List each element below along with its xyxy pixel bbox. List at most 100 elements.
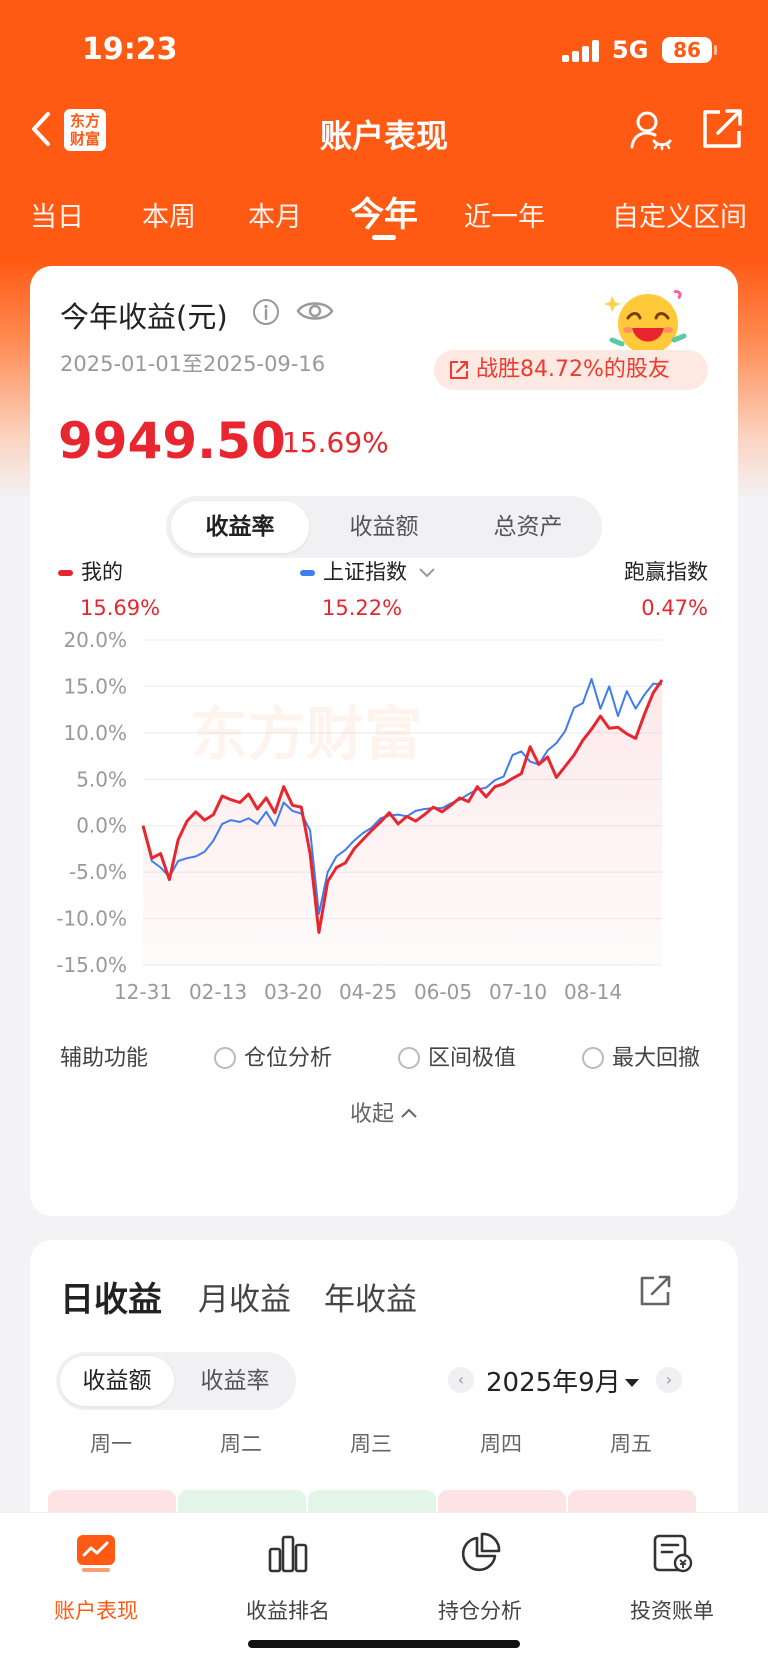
month-navigator: ‹ 2025年9月 › <box>448 1360 688 1404</box>
aux-max-drawdown-label: 最大回撤 <box>612 1046 701 1071</box>
return-rate-chart[interactable]: 东方财富 20.0% 15.0% 10.0% 5.0% 0.0% -5.0% -10.0% -… <box>30 616 738 1016</box>
x-tick-label: 12-31 <box>114 980 172 1004</box>
nav-bar: 东方 财富 账户表现 <box>0 95 768 165</box>
income-rate: 15.69% <box>282 426 389 459</box>
pie-chart-icon <box>461 1532 501 1572</box>
active-tab-indicator <box>372 235 396 240</box>
tab-total-assets[interactable]: 总资产 <box>459 501 597 553</box>
nav-account-performance[interactable]: 账户表现 <box>0 1513 192 1623</box>
info-icon[interactable] <box>252 298 280 326</box>
income-card: 今年收益(元) 2025-01-01至2025-09-16 战胜84.72%的股… <box>30 266 738 1216</box>
status-bar: 19:23 5G 86 <box>0 0 768 100</box>
tab-month[interactable]: 本月 <box>248 195 302 234</box>
legend-index[interactable]: 上证指数 15.22% <box>300 556 436 620</box>
income-title: 今年收益(元) <box>60 300 228 334</box>
y-tick-label: -5.0% <box>69 860 127 884</box>
weekday-wed: 周三 <box>350 1432 392 1456</box>
legend-excess: 跑赢指数 0.47% <box>624 556 708 620</box>
tab-monthly-returns[interactable]: 月收益 <box>198 1274 291 1319</box>
nav-holdings-analysis[interactable]: 持仓分析 <box>384 1513 576 1623</box>
collapse-label: 收起 <box>349 1102 394 1127</box>
y-tick-label: -10.0% <box>56 907 127 931</box>
nav-investment-bill-label: 投资账单 <box>630 1599 714 1623</box>
returns-metric-switch: 收益额 收益率 <box>56 1352 296 1410</box>
tab-daily-returns[interactable]: 日收益 <box>60 1272 162 1321</box>
eye-icon[interactable] <box>296 296 334 326</box>
chevron-up-icon <box>401 1108 417 1118</box>
aux-max-drawdown[interactable]: 最大回撤 <box>582 1040 700 1072</box>
weekday-tue: 周二 <box>220 1432 262 1456</box>
next-month-button[interactable]: › <box>656 1367 682 1393</box>
chevron-down-icon <box>418 568 435 578</box>
share-icon[interactable] <box>638 1274 672 1308</box>
radio-icon <box>582 1047 604 1069</box>
aux-functions: 辅助功能 仓位分析 区间极值 最大回撤 <box>60 1036 720 1076</box>
y-tick-label: 20.0% <box>63 628 127 652</box>
nav-return-ranking[interactable]: 收益排名 <box>192 1513 384 1623</box>
y-tick-label: -15.0% <box>56 953 127 977</box>
x-tick-label: 08-14 <box>564 980 622 1004</box>
tab-return-amount[interactable]: 收益额 <box>315 501 453 553</box>
battery-tip <box>714 45 717 55</box>
aux-position-analysis[interactable]: 仓位分析 <box>214 1040 332 1072</box>
network-label: 5G <box>612 36 649 64</box>
status-time: 19:23 <box>82 32 178 67</box>
month-selector[interactable]: 2025年9月 <box>486 1362 639 1399</box>
nav-account-performance-label: 账户表现 <box>54 1599 138 1623</box>
legend-mine: 我的 15.69% <box>58 556 160 620</box>
share-link-icon <box>450 361 468 379</box>
tab-custom-range[interactable]: 自定义区间 <box>612 195 747 234</box>
income-amount: 9949.50 <box>58 412 286 470</box>
chart-watermark: 东方财富 <box>190 700 422 768</box>
chart-metric-switch: 收益率 收益额 总资产 <box>166 496 602 558</box>
date-range: 2025-01-01至2025-09-16 <box>60 352 326 376</box>
user-eye-icon[interactable] <box>628 107 672 151</box>
tab-rate[interactable]: 收益率 <box>178 1356 292 1406</box>
aux-range-extremes-label: 区间极值 <box>428 1046 517 1071</box>
tab-amount[interactable]: 收益额 <box>60 1356 174 1406</box>
aux-range-extremes[interactable]: 区间极值 <box>398 1040 516 1072</box>
x-tick-label: 07-10 <box>489 980 547 1004</box>
x-tick-label: 03-20 <box>264 980 322 1004</box>
legend-index-label: 上证指数 <box>323 560 407 584</box>
beat-peers-badge[interactable]: 战胜84.72%的股友 <box>434 350 708 390</box>
weekday-header: 周一 周二 周三 周四 周五 <box>46 1428 726 1458</box>
export-icon[interactable] <box>700 107 744 151</box>
y-tick-label: 10.0% <box>63 721 127 745</box>
y-tick-label: 5.0% <box>76 767 127 791</box>
tab-last-year[interactable]: 近一年 <box>464 195 545 234</box>
radio-icon <box>398 1047 420 1069</box>
aux-label: 辅助功能 <box>60 1046 149 1071</box>
weekday-thu: 周四 <box>480 1432 522 1456</box>
month-label: 2025年9月 <box>486 1368 621 1398</box>
prev-month-button[interactable]: ‹ <box>448 1367 474 1393</box>
nav-investment-bill[interactable]: 投资账单 <box>576 1513 768 1623</box>
nav-return-ranking-label: 收益排名 <box>246 1599 330 1623</box>
bar-chart-icon <box>268 1535 308 1573</box>
x-tick-label: 06-05 <box>414 980 472 1004</box>
collapse-button[interactable]: 收起 <box>30 1096 738 1128</box>
battery-icon: 86 <box>662 37 712 63</box>
y-tick-label: 0.0% <box>76 814 127 838</box>
x-tick-label: 02-13 <box>189 980 247 1004</box>
nav-holdings-analysis-label: 持仓分析 <box>438 1599 522 1623</box>
legend-mine-label: 我的 <box>81 560 123 584</box>
legend-mine-swatch <box>58 570 73 576</box>
performance-chart-icon <box>77 1535 115 1572</box>
aux-position-analysis-label: 仓位分析 <box>244 1046 333 1071</box>
radio-icon <box>214 1047 236 1069</box>
happy-face-icon <box>604 290 687 354</box>
tab-return-rate[interactable]: 收益率 <box>171 501 309 553</box>
tab-today[interactable]: 当日 <box>30 195 84 234</box>
tab-yearly-returns[interactable]: 年收益 <box>324 1274 417 1319</box>
bill-icon <box>653 1534 693 1573</box>
tab-week[interactable]: 本周 <box>142 195 196 234</box>
tab-this-year[interactable]: 今年 <box>350 187 418 236</box>
weekday-fri: 周五 <box>610 1432 652 1456</box>
home-indicator <box>248 1640 520 1648</box>
signal-icon <box>562 40 600 62</box>
y-tick-label: 15.0% <box>63 674 127 698</box>
legend-index-swatch <box>300 570 315 576</box>
caret-down-icon <box>624 1379 639 1387</box>
weekday-mon: 周一 <box>90 1432 132 1456</box>
